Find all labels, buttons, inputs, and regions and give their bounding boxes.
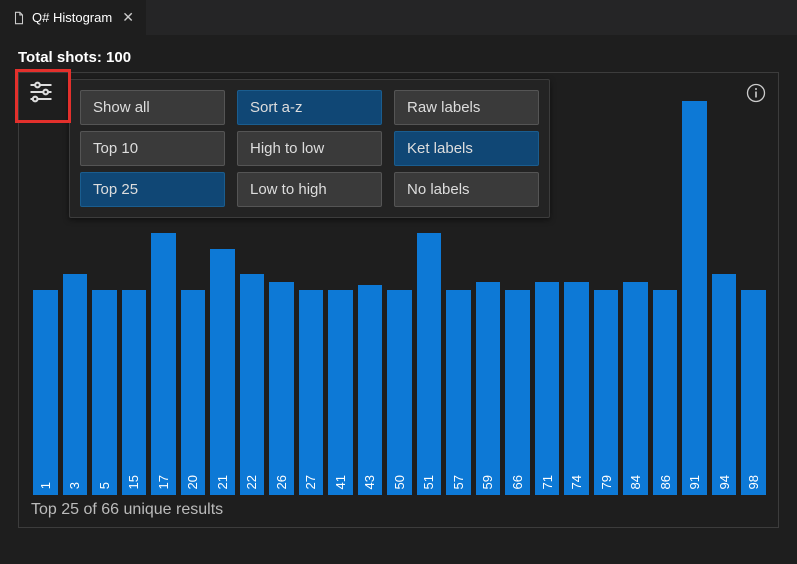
bar[interactable]: 94 [712, 274, 737, 495]
option-high-to-low[interactable]: High to low [237, 131, 382, 166]
bar[interactable]: 5 [92, 290, 117, 495]
content: Total shots: 100 Show all Top 10 Top 25 So… [0, 35, 797, 538]
bar[interactable]: 50 [387, 290, 412, 495]
bar-label: 57 [451, 475, 466, 489]
filter-options-popup: Show all Top 10 Top 25 Sort a-z High to low… [69, 79, 550, 218]
bar[interactable]: 22 [240, 274, 265, 495]
option-no-labels[interactable]: No labels [394, 172, 539, 207]
tab-qsharp-histogram[interactable]: Q# Histogram ✕ [0, 0, 147, 35]
bar[interactable]: 91 [682, 101, 707, 495]
opt-col-sort: Sort a-z High to low Low to high [237, 90, 382, 207]
bar-label: 17 [156, 475, 171, 489]
tab-bar: Q# Histogram ✕ [0, 0, 797, 35]
bar[interactable]: 27 [299, 290, 324, 495]
bar-label: 3 [67, 482, 82, 489]
bar-label: 1 [38, 482, 53, 489]
bar-label: 94 [717, 475, 732, 489]
bar-label: 79 [599, 475, 614, 489]
bar[interactable]: 59 [476, 282, 501, 495]
bar[interactable]: 43 [358, 285, 383, 495]
bar-label: 21 [215, 475, 230, 489]
bar[interactable]: 71 [535, 282, 560, 495]
opt-col-labels: Raw labels Ket labels No labels [394, 90, 539, 207]
bar[interactable]: 1 [33, 290, 58, 495]
bar[interactable]: 20 [181, 290, 206, 495]
bar[interactable]: 98 [741, 290, 766, 495]
bar[interactable]: 57 [446, 290, 471, 495]
histogram-panel: Show all Top 10 Top 25 Sort a-z High to low… [18, 72, 779, 528]
option-low-to-high[interactable]: Low to high [237, 172, 382, 207]
option-sort-a-z[interactable]: Sort a-z [237, 90, 382, 125]
bar[interactable]: 26 [269, 282, 294, 495]
bar-label: 41 [333, 475, 348, 489]
bar-label: 5 [97, 482, 112, 489]
bar-label: 43 [362, 475, 377, 489]
option-top-10[interactable]: Top 10 [80, 131, 225, 166]
bar-label: 98 [746, 475, 761, 489]
bar[interactable]: 15 [122, 290, 147, 495]
file-icon [12, 11, 26, 25]
bar-label: 26 [274, 475, 289, 489]
bar-label: 84 [628, 475, 643, 489]
bar-label: 15 [126, 475, 141, 489]
bar[interactable]: 17 [151, 233, 176, 495]
bar-label: 86 [658, 475, 673, 489]
bar-label: 27 [303, 475, 318, 489]
option-show-all[interactable]: Show all [80, 90, 225, 125]
option-top-25[interactable]: Top 25 [80, 172, 225, 207]
bar-label: 59 [480, 475, 495, 489]
bar-label: 50 [392, 475, 407, 489]
bar[interactable]: 21 [210, 249, 235, 495]
bar[interactable]: 51 [417, 233, 442, 495]
bar-label: 66 [510, 475, 525, 489]
bar[interactable]: 3 [63, 274, 88, 495]
bar-label: 74 [569, 475, 584, 489]
opt-col-count: Show all Top 10 Top 25 [80, 90, 225, 207]
bar[interactable]: 86 [653, 290, 678, 495]
option-raw-labels[interactable]: Raw labels [394, 90, 539, 125]
total-shots-label: Total shots: 100 [18, 49, 779, 66]
bar[interactable]: 41 [328, 290, 353, 495]
bar[interactable]: 66 [505, 290, 530, 495]
bar[interactable]: 74 [564, 282, 589, 495]
bar-label: 51 [421, 475, 436, 489]
bar[interactable]: 84 [623, 282, 648, 495]
bar-label: 22 [244, 475, 259, 489]
option-ket-labels[interactable]: Ket labels [394, 131, 539, 166]
tab-title: Q# Histogram [32, 10, 112, 25]
bar[interactable]: 79 [594, 290, 619, 495]
bar-label: 91 [687, 475, 702, 489]
bar-label: 20 [185, 475, 200, 489]
bar-label: 71 [540, 475, 555, 489]
chart-footer: Top 25 of 66 unique results [31, 495, 766, 519]
close-icon[interactable]: ✕ [122, 9, 134, 26]
